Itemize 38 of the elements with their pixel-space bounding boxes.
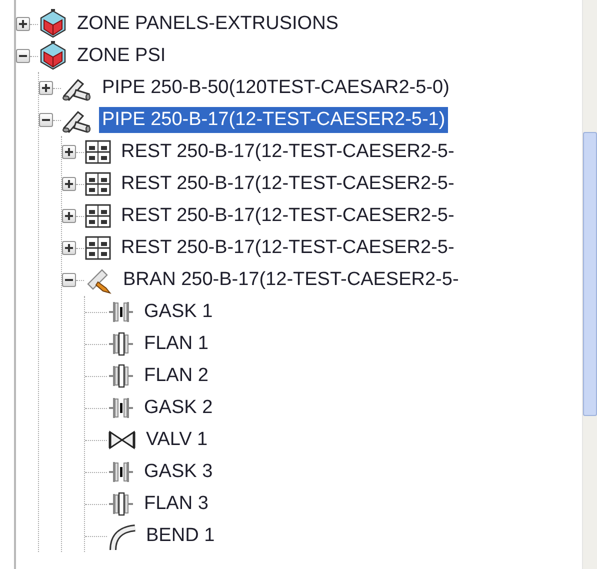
tree-item[interactable]: BRAN 250-B-17(12-TEST-CAESER2-5- (120, 267, 462, 293)
tree-item[interactable]: GASK 3 (141, 459, 216, 485)
collapse-toggle[interactable] (39, 113, 53, 127)
expand-toggle[interactable] (39, 81, 53, 95)
tree-item[interactable]: REST 250-B-17(12-TEST-CAESER2-5- (118, 171, 458, 197)
expand-toggle[interactable] (16, 17, 30, 31)
tree-item[interactable]: FLAN 1 (141, 331, 212, 357)
support-grid-icon (84, 170, 112, 198)
support-grid-icon (84, 202, 112, 230)
tree-item[interactable]: ZONE PSI (74, 43, 169, 69)
expand-toggle[interactable] (62, 241, 76, 255)
tree-item[interactable]: FLAN 2 (141, 363, 212, 389)
cube-icon (38, 9, 68, 39)
expand-toggle[interactable] (62, 177, 76, 191)
tree-item[interactable]: PIPE 250-B-17(12-TEST-CAESER2-5-1) (99, 107, 448, 133)
flange-icon (107, 362, 135, 390)
collapse-toggle[interactable] (16, 49, 30, 63)
expand-toggle[interactable] (62, 145, 76, 159)
bend-icon (107, 522, 137, 550)
tree-item[interactable]: FLAN 3 (141, 491, 212, 517)
tree-item[interactable]: ZONE PANELS-EXTRUSIONS (74, 11, 342, 37)
flange-icon (107, 490, 135, 518)
tree-item[interactable]: GASK 2 (141, 395, 216, 421)
flange-icon (107, 330, 135, 358)
collapse-toggle[interactable] (62, 273, 76, 287)
tree-item[interactable]: REST 250-B-17(12-TEST-CAESER2-5- (118, 235, 458, 261)
tree-item[interactable]: REST 250-B-17(12-TEST-CAESER2-5- (118, 139, 458, 165)
tree-item[interactable]: GASK 1 (141, 299, 216, 325)
tree-item[interactable]: PIPE 250-B-50(120TEST-CAESAR2-5-0) (99, 75, 452, 101)
expand-toggle[interactable] (62, 209, 76, 223)
cube-icon (38, 41, 68, 71)
tree-item[interactable]: REST 250-B-17(12-TEST-CAESER2-5- (118, 203, 458, 229)
tree-item[interactable]: BEND 1 (143, 523, 218, 549)
valve-icon (107, 428, 137, 452)
support-grid-icon (84, 138, 112, 166)
tree-item[interactable]: VALV 1 (143, 427, 211, 453)
scrollbar-thumb[interactable] (583, 132, 597, 416)
support-grid-icon (84, 234, 112, 262)
